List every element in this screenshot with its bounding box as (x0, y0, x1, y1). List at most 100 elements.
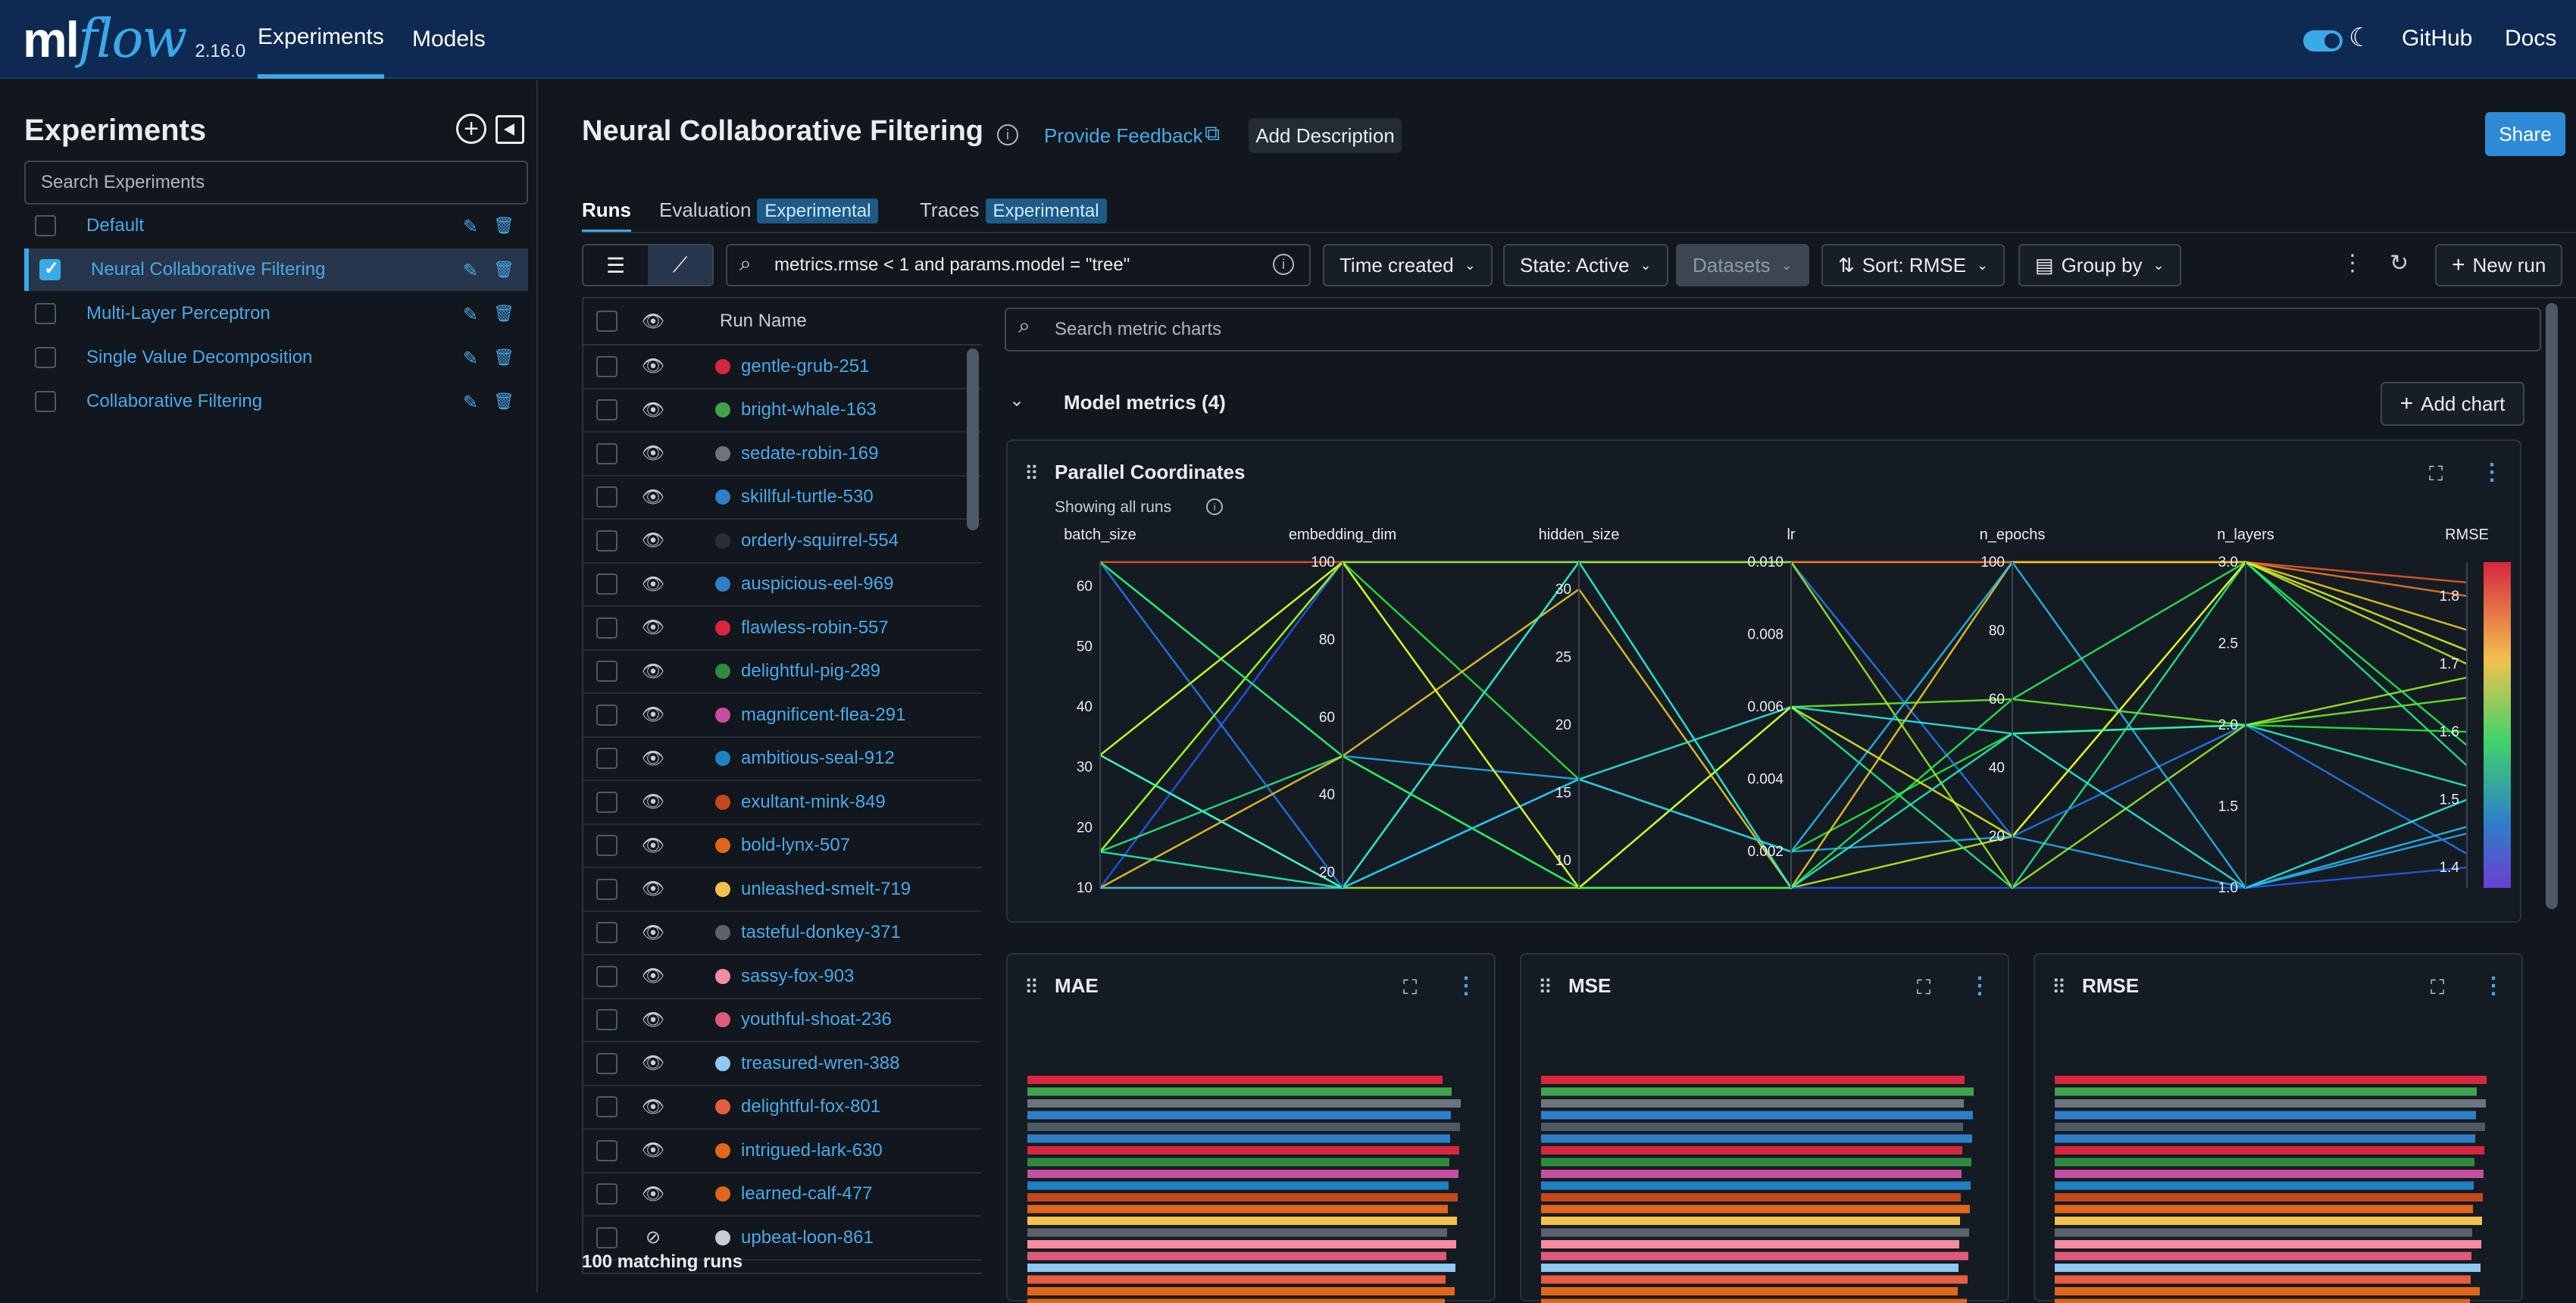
run-color-dot[interactable] (715, 1230, 730, 1245)
fullscreen-icon[interactable]: ⛶ (1917, 976, 1930, 1000)
table-row[interactable]: 👁 skillful-turtle-530 (583, 477, 982, 520)
axis-title[interactable]: embedding_dim (1289, 527, 1396, 543)
experiment-name[interactable]: Single Value Decomposition (86, 347, 463, 368)
eye-icon[interactable]: 👁 (630, 835, 676, 857)
fullscreen-icon[interactable]: ⛶ (2429, 462, 2443, 486)
eye-icon[interactable]: 👁 (630, 1052, 676, 1074)
bar[interactable] (2055, 1099, 2486, 1108)
run-color-dot[interactable] (715, 402, 730, 417)
delete-icon[interactable]: 🗑 (493, 392, 513, 411)
delete-icon[interactable]: 🗑 (493, 304, 513, 323)
run-color-dot[interactable] (715, 446, 730, 461)
run-name-link[interactable]: upbeat-loon-861 (741, 1227, 874, 1248)
runs-search-input[interactable]: metrics.rmse < 1 and params.model = "tre… (726, 244, 1311, 286)
chart-menu-icon[interactable]: ⋮ (1968, 973, 1991, 999)
table-row[interactable]: 👁orderly-squirrel-554 (583, 520, 982, 564)
github-link[interactable]: GitHub (2402, 26, 2472, 52)
info-icon[interactable]: i (997, 124, 1018, 145)
bar[interactable] (1027, 1217, 1457, 1225)
mse-bar-chart[interactable] (1521, 1061, 2011, 1303)
run-checkbox[interactable] (596, 922, 617, 943)
experiment-name[interactable]: Neural Collaborative Filtering (91, 259, 463, 280)
collapse-section-icon[interactable]: ⌄ (1009, 389, 1024, 411)
nav-models[interactable]: Models (412, 0, 486, 79)
bar[interactable] (2055, 1170, 2484, 1178)
external-link-icon[interactable]: ⧉ (1205, 121, 1220, 146)
search-experiments-input[interactable]: Search Experiments (24, 161, 528, 205)
provide-feedback-link[interactable]: Provide Feedback (1044, 124, 1203, 148)
bar[interactable] (1541, 1264, 1959, 1272)
run-name-link[interactable]: tasteful-donkey-371 (741, 922, 901, 943)
bar[interactable] (1027, 1193, 1458, 1201)
run-name-link[interactable]: unleashed-smelt-719 (741, 879, 911, 900)
run-color-dot[interactable] (715, 708, 730, 723)
group-by-dropdown[interactable]: ▤Group by⌄ (2018, 244, 2181, 286)
bar[interactable] (2055, 1193, 2483, 1201)
sort-dropdown[interactable]: ⇅Sort: RMSE⌄ (1821, 244, 2005, 286)
eye-icon[interactable]: 👁 (630, 878, 676, 900)
run-color-dot[interactable] (715, 969, 730, 984)
bar[interactable] (1541, 1299, 1967, 1303)
view-mode-toggle[interactable]: ☰ ⟋ (582, 244, 714, 286)
run-color-dot[interactable] (715, 882, 730, 897)
run-checkbox[interactable] (596, 443, 617, 464)
run-checkbox[interactable] (596, 399, 617, 420)
axis-title[interactable]: batch_size (1064, 527, 1136, 543)
run-name-link[interactable]: exultant-mink-849 (741, 792, 886, 813)
table-row[interactable]: 👁treasured-wren-388 (583, 1042, 982, 1086)
run-checkbox[interactable] (596, 617, 617, 639)
run-checkbox[interactable] (596, 1053, 617, 1074)
bar[interactable] (2055, 1217, 2482, 1225)
run-color-dot[interactable] (715, 489, 730, 505)
add-description-button[interactable]: Add Description (1249, 118, 1402, 153)
table-row[interactable]: 👁gentle-grub-251 (583, 345, 982, 389)
refresh-icon[interactable]: ↻ (2390, 250, 2409, 277)
run-name-link[interactable]: intrigued-lark-630 (741, 1140, 883, 1161)
edit-icon[interactable]: ✎ (463, 392, 483, 411)
bar[interactable] (2055, 1182, 2474, 1190)
bar[interactable] (1027, 1182, 1449, 1190)
bar[interactable] (1541, 1111, 1973, 1120)
add-chart-button[interactable]: +Add chart (2381, 382, 2524, 426)
collapse-sidebar-icon[interactable] (496, 115, 524, 144)
table-row[interactable]: 👁exultant-mink-849 (583, 781, 982, 825)
run-checkbox[interactable] (596, 530, 617, 552)
run-color-dot[interactable] (715, 1056, 730, 1071)
table-row[interactable]: 👁magnificent-flea-291 (583, 694, 982, 738)
edit-icon[interactable]: ✎ (463, 216, 483, 236)
experiment-name[interactable]: Multi-Layer Perceptron (86, 303, 463, 324)
experiment-checkbox[interactable] (35, 347, 56, 368)
mae-bar-chart[interactable] (1008, 1061, 1497, 1303)
run-checkbox[interactable] (596, 705, 617, 726)
run-name-link[interactable]: gentle-grub-251 (741, 356, 869, 377)
run-color-dot[interactable] (715, 577, 730, 592)
run-color-dot[interactable] (715, 838, 730, 853)
state-dropdown[interactable]: State: Active⌄ (1503, 244, 1668, 286)
experiment-checkbox[interactable] (35, 391, 56, 412)
eye-icon[interactable]: 👁 (630, 617, 676, 639)
run-name-link[interactable]: skillful-turtle-530 (741, 486, 874, 508)
run-color-dot[interactable] (715, 1186, 730, 1201)
edit-icon[interactable]: ✎ (463, 304, 483, 323)
axis-title[interactable]: hidden_size (1539, 527, 1620, 543)
info-icon[interactable]: i (1206, 498, 1223, 515)
axis-title[interactable]: RMSE (2445, 527, 2489, 543)
search-help-icon[interactable]: i (1273, 254, 1294, 275)
run-checkbox[interactable] (596, 792, 617, 813)
eye-icon[interactable]: 👁 (630, 486, 676, 508)
create-experiment-icon[interactable]: + (456, 114, 486, 144)
bar[interactable] (1541, 1158, 1971, 1167)
table-row[interactable]: 👁youthful-shoat-236 (583, 999, 982, 1043)
bar[interactable] (2055, 1135, 2475, 1143)
bar[interactable] (1027, 1099, 1461, 1108)
run-name-link[interactable]: flawless-robin-557 (741, 617, 889, 639)
eye-icon[interactable]: 👁 (630, 748, 676, 770)
chart-view-icon[interactable]: ⟋ (648, 245, 712, 285)
run-name-link[interactable]: bright-whale-163 (741, 399, 877, 420)
tab-runs[interactable]: Runs (582, 198, 631, 233)
eye-icon[interactable]: 👁 (630, 530, 676, 552)
bar[interactable] (1027, 1299, 1445, 1303)
chart-menu-icon[interactable]: ⋮ (2481, 459, 2503, 486)
run-name-link[interactable]: delightful-pig-289 (741, 661, 880, 682)
run-color-dot[interactable] (715, 664, 730, 679)
